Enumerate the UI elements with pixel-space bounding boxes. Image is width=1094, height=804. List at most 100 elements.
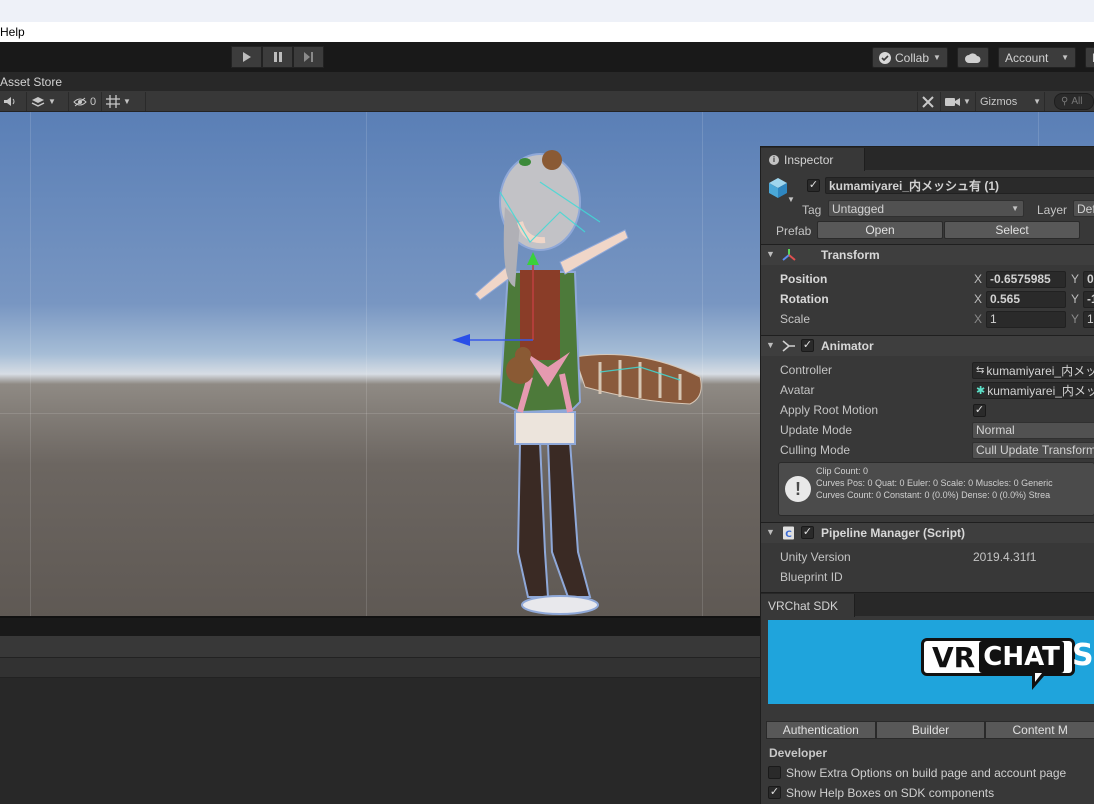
- audio-toggle[interactable]: [0, 92, 27, 111]
- prefab-select-button[interactable]: Select: [944, 221, 1080, 239]
- chevron-down-icon: ▼: [1061, 53, 1069, 62]
- pipeline-enabled-checkbox[interactable]: ✓: [801, 526, 814, 539]
- animator-header[interactable]: ▼ ✓ Animator: [761, 335, 1094, 356]
- play-button[interactable]: [231, 46, 262, 68]
- script-icon: C: [783, 526, 794, 540]
- avatar-asset-icon: ✱: [976, 384, 986, 397]
- position-x-field[interactable]: -0.6575985: [986, 270, 1066, 288]
- layers-icon: [31, 96, 45, 107]
- controller-asset-icon: ⇆: [976, 364, 985, 376]
- position-y-field[interactable]: 0.: [1083, 270, 1094, 288]
- info-clip-count: Clip Count: 0: [816, 466, 869, 476]
- position-x-axis: X: [974, 272, 983, 286]
- tab-authentication[interactable]: Authentication: [766, 721, 876, 739]
- apply-root-motion-row: Apply Root Motion ✓: [761, 400, 1094, 420]
- active-checkbox[interactable]: ✓: [807, 179, 820, 192]
- search-placeholder: All: [1071, 96, 1083, 107]
- scene-search-input[interactable]: ⚲ All: [1054, 93, 1094, 110]
- pause-button[interactable]: [262, 46, 293, 68]
- main-toolbar: Collab ▼ Account ▼ L: [0, 42, 1094, 72]
- cloud-button[interactable]: [957, 47, 989, 68]
- collapse-arrow-icon: ▼: [766, 527, 775, 537]
- animator-enabled-checkbox[interactable]: ✓: [801, 339, 814, 352]
- rotation-y-axis: Y: [1071, 292, 1080, 306]
- chevron-down-icon[interactable]: ▼: [787, 195, 795, 204]
- grid-dropdown[interactable]: ▼: [103, 92, 146, 111]
- chevron-down-icon: ▼: [123, 97, 131, 106]
- tab-asset-store[interactable]: Asset Store: [0, 75, 62, 89]
- collab-label: Collab: [895, 50, 930, 65]
- account-button[interactable]: Account ▼: [998, 47, 1076, 68]
- scale-label: Scale: [780, 312, 811, 326]
- step-button[interactable]: [293, 46, 324, 68]
- object-name-field[interactable]: kumamiyarei_内メッシュ有 (1): [825, 177, 1094, 194]
- help-boxes-checkbox[interactable]: ✓: [768, 786, 781, 799]
- inspector-tab-bar: i Inspector: [761, 146, 1094, 171]
- speaker-icon: [4, 97, 15, 106]
- tab-inspector[interactable]: i Inspector: [761, 148, 865, 171]
- hidden-count: 0: [90, 95, 97, 108]
- rotation-label: Rotation: [780, 292, 829, 306]
- warning-icon: !: [785, 476, 811, 502]
- tab-builder[interactable]: Builder: [875, 721, 986, 739]
- rotation-x-field[interactable]: 0.565: [986, 290, 1066, 308]
- logo-speech-tail-inner: [1035, 673, 1042, 682]
- tag-dropdown[interactable]: Untagged ▼: [828, 200, 1024, 217]
- controller-row: Controller ⇆ kumamiyarei_内メッシ: [761, 360, 1094, 380]
- layer-label: Layer: [1037, 203, 1068, 217]
- scale-y-field[interactable]: 1: [1083, 310, 1094, 328]
- rotation-x-axis: X: [974, 292, 983, 306]
- vrchat-logo: VR CHAT: [921, 638, 1075, 676]
- camera-dropdown[interactable]: ▼: [942, 92, 976, 111]
- tag-value: Untagged: [832, 201, 885, 216]
- hidden-objects-toggle[interactable]: 0: [70, 92, 102, 111]
- logo-sdk-text: SI: [1072, 638, 1094, 673]
- tools-icon: [922, 95, 934, 108]
- collab-button[interactable]: Collab ▼: [872, 47, 948, 68]
- tab-content-manager[interactable]: Content M: [985, 721, 1094, 739]
- pipeline-title: Pipeline Manager (Script): [821, 526, 966, 540]
- avatar-field[interactable]: ✱ kumamiyarei_内メッシ: [972, 381, 1094, 399]
- extra-options-label: Show Extra Options on build page and acc…: [786, 766, 1067, 780]
- update-mode-dropdown[interactable]: Normal: [972, 421, 1094, 439]
- sdk-section-tabs: Authentication Builder Content M: [766, 721, 1094, 739]
- animator-icon: [782, 340, 795, 352]
- collapse-arrow-icon: ▼: [766, 249, 775, 259]
- apply-root-motion-checkbox[interactable]: ✓: [973, 404, 986, 417]
- unity-version-label: Unity Version: [780, 550, 851, 564]
- animator-info-box: ! Clip Count: 0 Curves Pos: 0 Quat: 0 Eu…: [778, 462, 1094, 516]
- extra-options-checkbox[interactable]: [768, 766, 781, 779]
- transform-icon: [782, 249, 796, 261]
- effects-dropdown[interactable]: ▼: [28, 92, 69, 111]
- transform-header[interactable]: ▼ Transform: [761, 244, 1094, 265]
- blueprint-id-label: Blueprint ID: [780, 570, 843, 584]
- play-controls: [231, 46, 324, 68]
- apply-root-motion-label: Apply Root Motion: [780, 403, 879, 417]
- inspector-panel: i Inspector ▼ ✓ kumamiyarei_内メッシュ有 (1) T…: [760, 146, 1094, 592]
- menu-item-help[interactable]: Help: [0, 25, 25, 39]
- scene-tab-strip: Asset Store: [0, 72, 1094, 91]
- step-icon: [304, 52, 313, 62]
- prefab-open-button[interactable]: Open: [817, 221, 943, 239]
- position-y-axis: Y: [1071, 272, 1080, 286]
- cloud-icon: [965, 52, 981, 63]
- controller-label: Controller: [780, 363, 833, 377]
- layer-dropdown[interactable]: Def: [1073, 200, 1094, 217]
- scale-row: Scale X 1 Y 1: [761, 309, 1094, 329]
- controller-field[interactable]: ⇆ kumamiyarei_内メッシ: [972, 361, 1094, 379]
- tab-inspector-label: Inspector: [784, 152, 834, 167]
- tools-button[interactable]: [917, 92, 941, 111]
- tab-vrchat-sdk[interactable]: VRChat SDK: [761, 594, 855, 617]
- culling-mode-dropdown[interactable]: Cull Update Transform: [972, 441, 1094, 459]
- pipeline-manager-header[interactable]: ▼ C ✓ Pipeline Manager (Script): [761, 522, 1094, 543]
- culling-mode-row: Culling Mode Cull Update Transform: [761, 440, 1094, 460]
- scale-x-field[interactable]: 1: [986, 310, 1066, 328]
- rotation-y-field[interactable]: -1: [1083, 290, 1094, 308]
- sdk-tab-bar: VRChat SDK: [761, 592, 1094, 617]
- search-icon: ⚲: [1061, 96, 1069, 107]
- layers-button[interactable]: L: [1085, 47, 1094, 68]
- unity-version-value: 2019.4.31f1: [973, 550, 1037, 564]
- gizmos-dropdown[interactable]: Gizmos ▼: [977, 92, 1045, 111]
- info-curves-pos: Curves Pos: 0 Quat: 0 Euler: 0 Scale: 0 …: [816, 478, 1053, 488]
- position-label: Position: [780, 272, 828, 286]
